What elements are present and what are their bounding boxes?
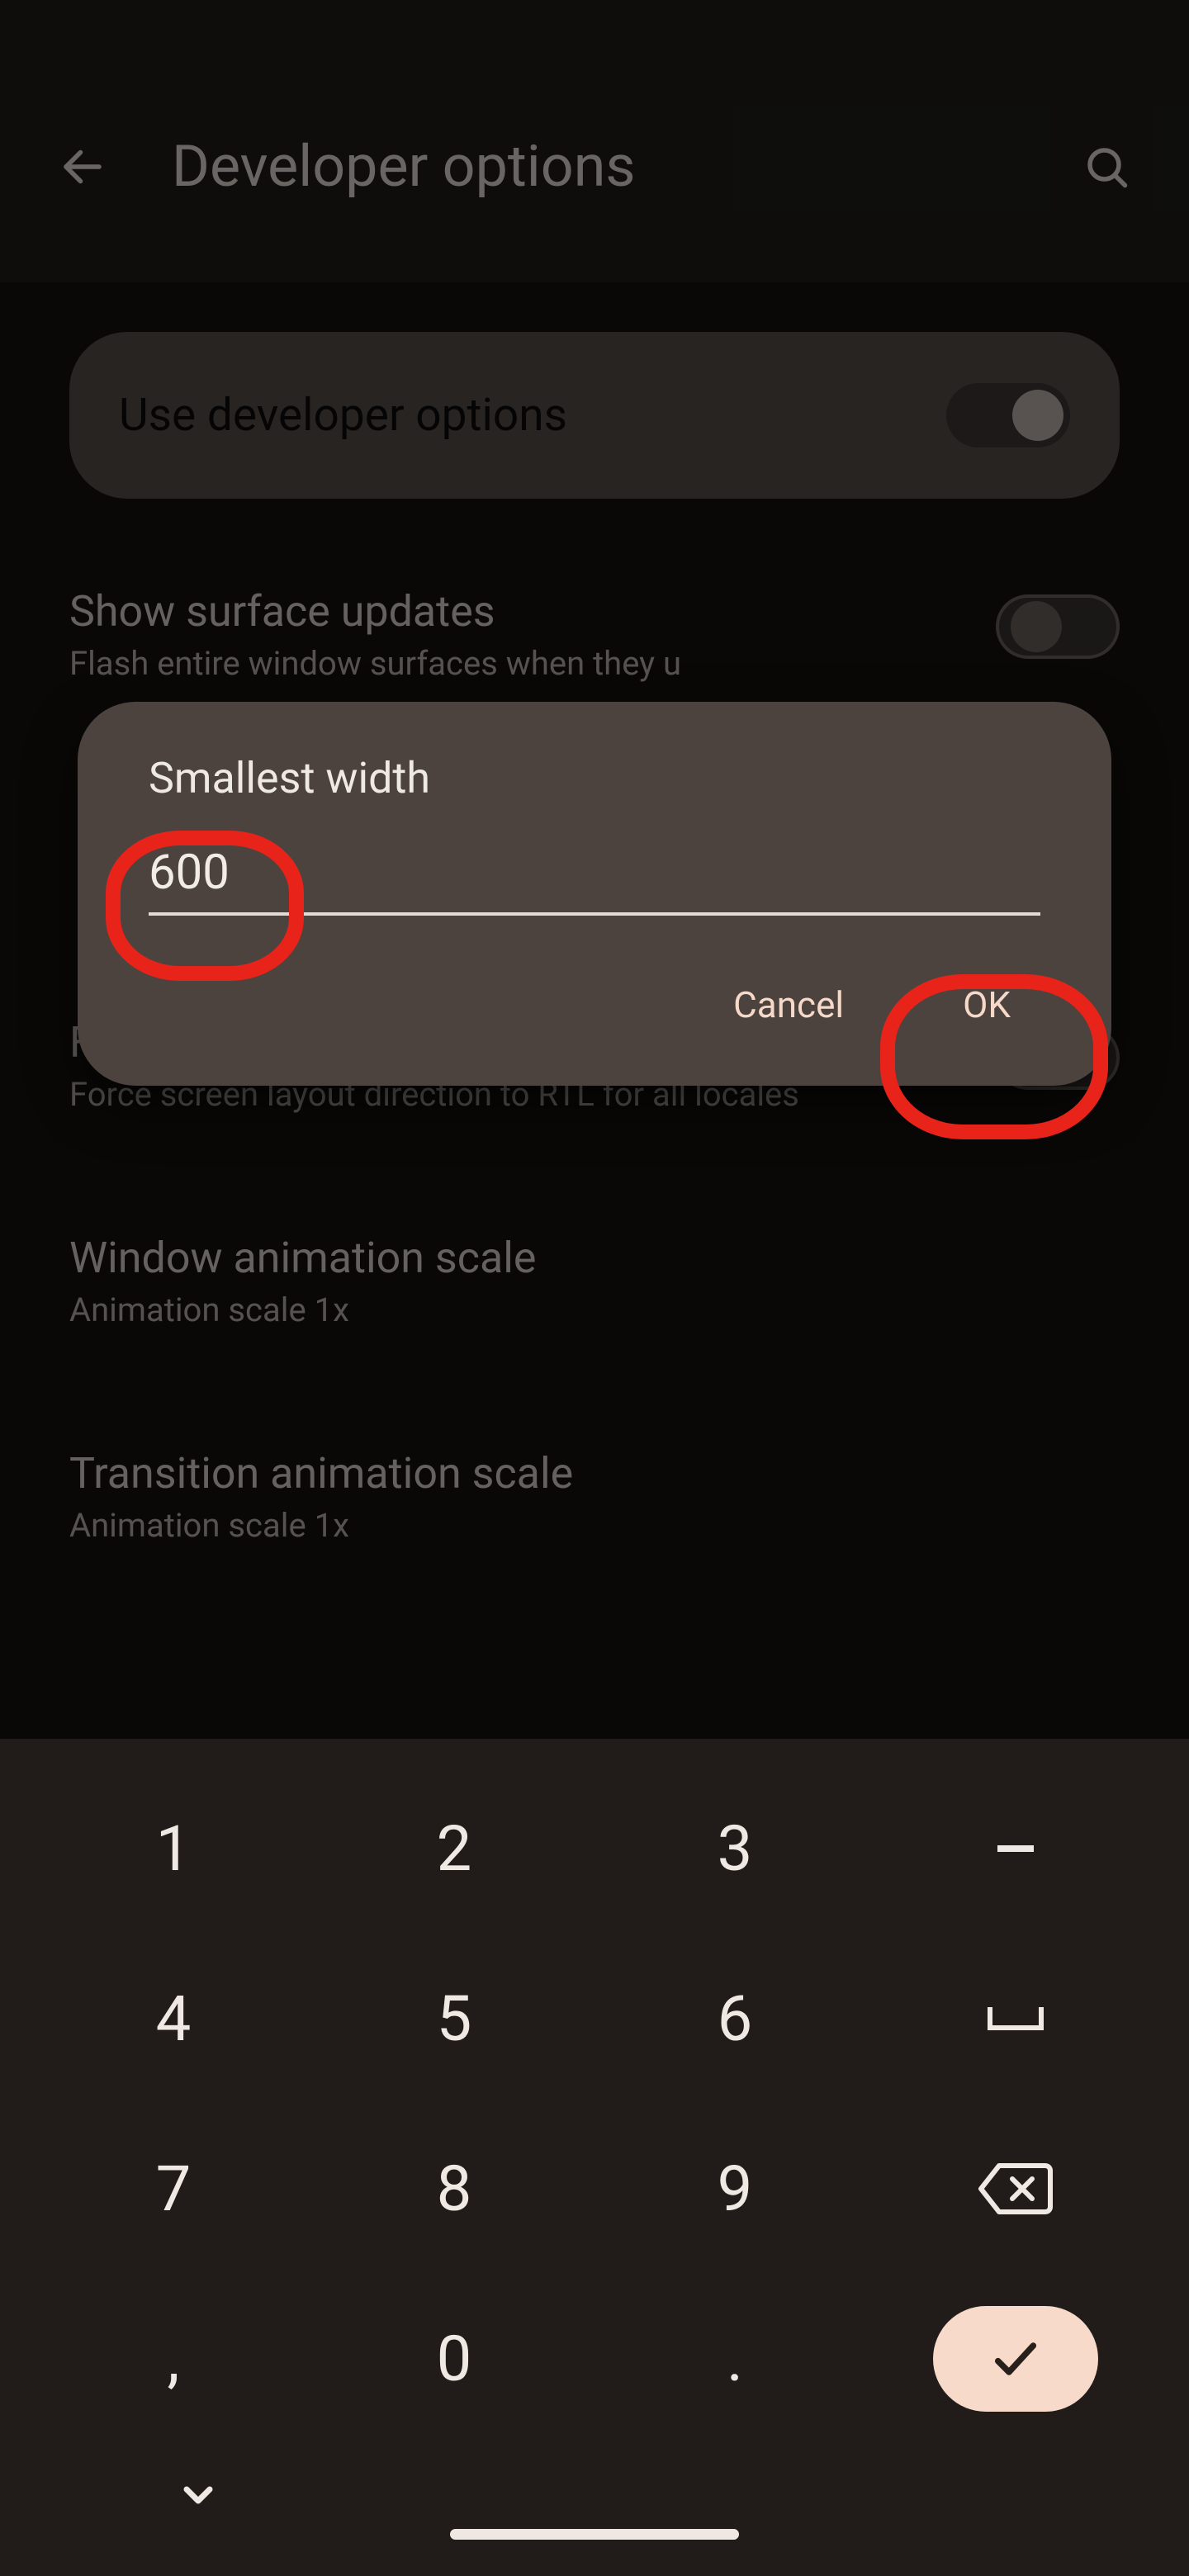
- dialog-input-wrap: [149, 840, 1040, 916]
- ok-button[interactable]: OK: [933, 964, 1040, 1046]
- key-3[interactable]: 3: [594, 1764, 875, 1934]
- dash-icon: [997, 1845, 1034, 1852]
- gesture-nav-pill[interactable]: [450, 2529, 739, 2540]
- key-backspace[interactable]: [875, 2104, 1156, 2274]
- key-enter[interactable]: [875, 2274, 1156, 2444]
- key-5[interactable]: 5: [314, 1934, 594, 2104]
- key-9[interactable]: 9: [594, 2104, 875, 2274]
- key-2[interactable]: 2: [314, 1764, 594, 1934]
- cancel-button[interactable]: Cancel: [703, 964, 874, 1046]
- check-icon: [983, 2332, 1049, 2385]
- key-comma[interactable]: ,: [33, 2274, 314, 2444]
- key-period[interactable]: .: [594, 2274, 875, 2444]
- dialog-title: Smallest width: [149, 753, 1040, 803]
- backspace-icon: [976, 2159, 1055, 2218]
- key-0[interactable]: 0: [314, 2274, 594, 2444]
- key-8[interactable]: 8: [314, 2104, 594, 2274]
- key-6[interactable]: 6: [594, 1934, 875, 2104]
- key-space[interactable]: [875, 1934, 1156, 2104]
- space-icon: [988, 2007, 1044, 2030]
- numeric-keyboard: 1 2 3 4 5 6 7 8 9 , 0 .: [0, 1739, 1189, 2576]
- key-7[interactable]: 7: [33, 2104, 314, 2274]
- key-dash[interactable]: [875, 1764, 1156, 1934]
- smallest-width-dialog: Smallest width Cancel OK: [78, 702, 1111, 1086]
- key-4[interactable]: 4: [33, 1934, 314, 2104]
- key-1[interactable]: 1: [33, 1764, 314, 1934]
- collapse-keyboard-icon[interactable]: [168, 2465, 228, 2525]
- smallest-width-input[interactable]: [149, 840, 1040, 906]
